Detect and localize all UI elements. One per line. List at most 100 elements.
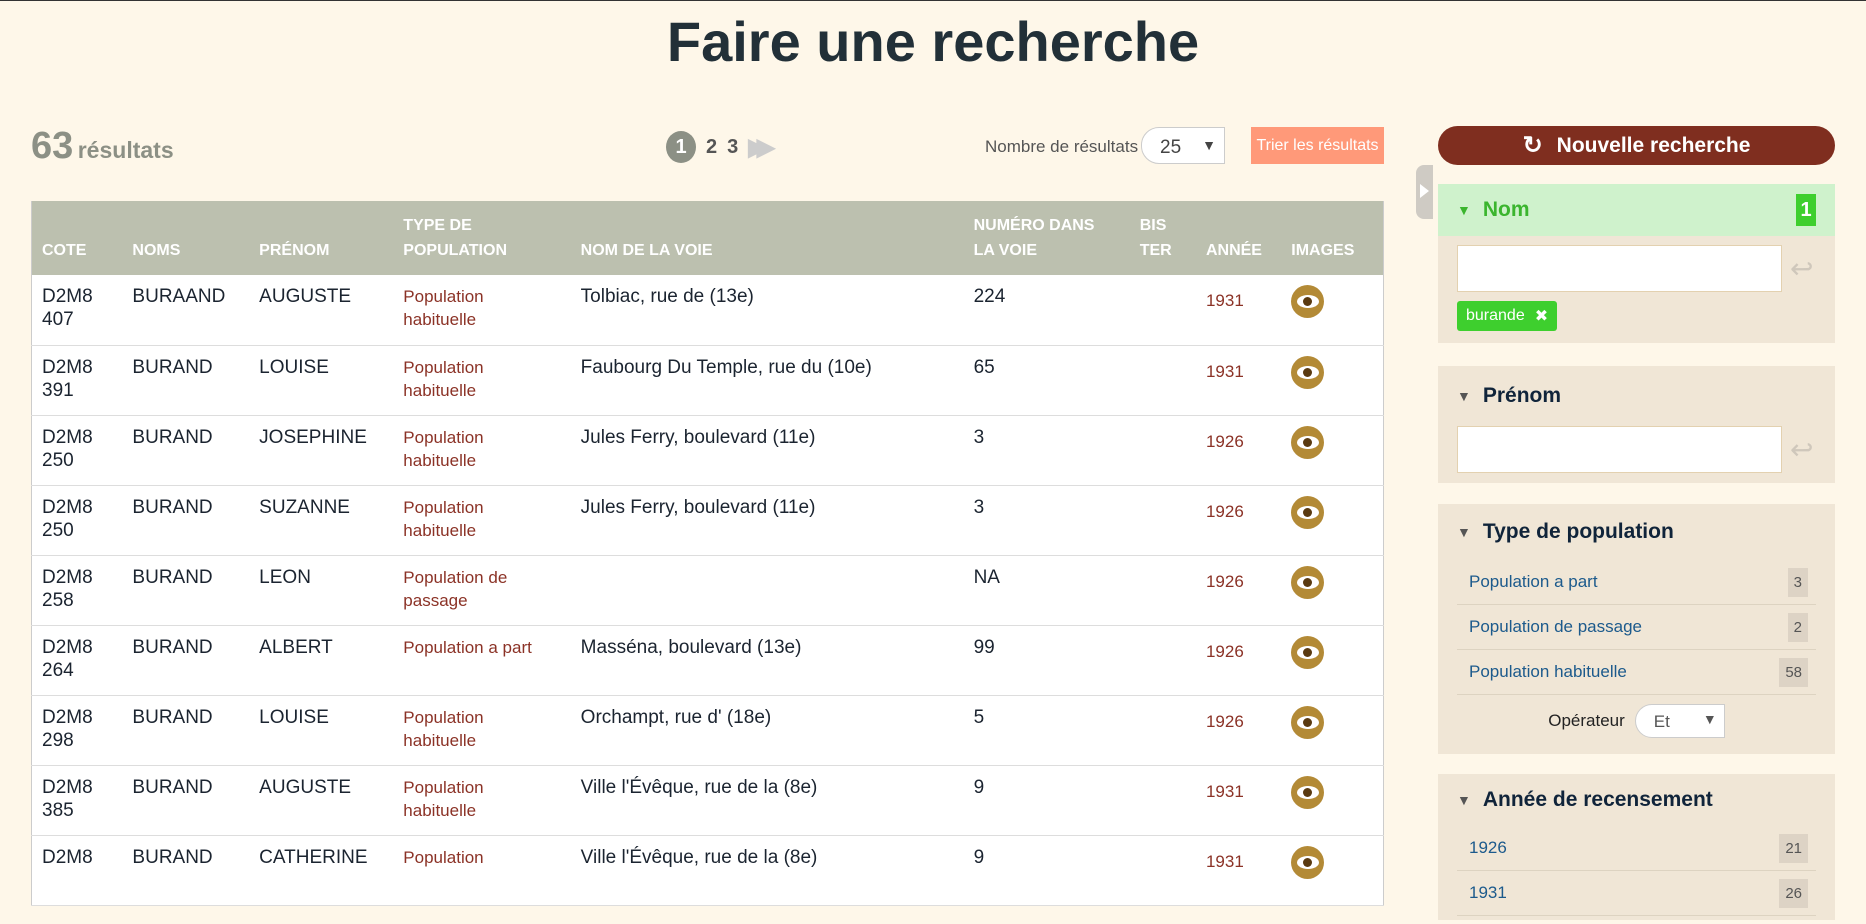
operator-row: Opérateur Et ▼ [1438, 695, 1835, 747]
cell-images [1281, 555, 1384, 626]
column-header: Prénom [249, 201, 394, 275]
caret-down-icon: ▼ [1457, 388, 1471, 404]
eye-white [1296, 575, 1319, 589]
cell-numero: 99 [963, 625, 1130, 696]
cell-prenom: SUZANNE [249, 485, 394, 556]
cell-type[interactable]: Population habituelle [393, 415, 571, 486]
page-current[interactable]: 1 [666, 131, 696, 163]
table-row: D2M8 BURAND CATHERINE Population Ville l'Évê… [31, 835, 1384, 906]
facet-item[interactable]: Population de passage 2 [1457, 605, 1816, 650]
cell-type[interactable]: Population de passage [393, 555, 571, 626]
new-search-button[interactable]: ↻ Nouvelle recherche [1438, 126, 1835, 165]
prenom-input[interactable] [1457, 426, 1782, 473]
double-chevron-right-icon[interactable]: ▶▶ [748, 133, 775, 162]
remove-icon[interactable]: ✖ [1535, 306, 1548, 326]
facet-count: 26 [1779, 878, 1808, 908]
cell-type[interactable]: Population a part [393, 625, 571, 696]
filter-type-header[interactable]: ▼ Type de population [1438, 504, 1835, 560]
filter-type-population: ▼ Type de population Population a part 3 Po… [1438, 504, 1835, 754]
eye-white [1296, 715, 1319, 729]
cell-images [1281, 835, 1384, 906]
cell-voie: Ville l'Évêque, rue de la (8e) [570, 835, 964, 906]
operator-label: Opérateur [1548, 711, 1625, 730]
cell-numero: 9 [963, 765, 1130, 836]
sidebar-toggle-handle[interactable] [1416, 165, 1433, 219]
cell-annee[interactable]: 1926 [1195, 415, 1282, 486]
facet-item[interactable]: 1926 21 [1457, 826, 1816, 871]
cell-type[interactable]: Population habituelle [393, 345, 571, 416]
cell-images [1281, 415, 1384, 486]
caret-down-icon: ▼ [1457, 792, 1471, 808]
sort-results-button[interactable]: Trier les résultats [1251, 127, 1384, 164]
per-page-select[interactable]: 25 ▼ [1141, 127, 1225, 164]
cell-annee[interactable]: 1931 [1195, 345, 1282, 416]
cell-annee[interactable]: 1926 [1195, 555, 1282, 626]
cell-annee[interactable]: 1931 [1195, 275, 1282, 346]
enter-icon[interactable]: ↩ [1790, 252, 1813, 285]
eye-icon[interactable] [1291, 565, 1325, 599]
cell-type[interactable]: Population [393, 835, 571, 906]
cell-nom: BURAND [122, 695, 250, 766]
cell-cote: D2M8 258 [31, 555, 123, 626]
cell-annee[interactable]: 1931 [1195, 835, 1282, 906]
eye-pupil [1303, 717, 1313, 727]
eye-icon[interactable] [1291, 425, 1325, 459]
eye-icon[interactable] [1291, 495, 1325, 529]
header-row: Cote Noms Prénom Type de population Nom de l… [31, 201, 1384, 275]
filter-nom-header[interactable]: ▼ Nom 1 [1438, 184, 1835, 236]
page-link[interactable]: 3 [727, 136, 738, 159]
facet-item[interactable]: Population habituelle 58 [1457, 650, 1816, 695]
eye-pupil [1303, 857, 1313, 867]
column-header: Images [1281, 201, 1384, 275]
eye-white [1296, 645, 1319, 659]
cell-type[interactable]: Population habituelle [393, 485, 571, 556]
cell-numero: 3 [963, 485, 1130, 556]
operator-select[interactable]: Et ▼ [1634, 704, 1725, 738]
facet-item[interactable]: Population a part 3 [1457, 560, 1816, 605]
facet-label: Population de passage [1469, 617, 1642, 636]
cell-bis [1129, 275, 1196, 346]
filter-title: Type de population [1482, 520, 1674, 543]
eye-icon[interactable] [1291, 355, 1325, 389]
chevron-down-icon: ▼ [1202, 137, 1216, 153]
cell-annee[interactable]: 1931 [1195, 765, 1282, 836]
column-header: Cote [31, 201, 123, 275]
eye-icon[interactable] [1291, 285, 1325, 318]
filter-chip: burande ✖ [1457, 301, 1558, 331]
cell-numero: 3 [963, 415, 1130, 486]
cell-type[interactable]: Population habituelle [393, 695, 571, 766]
cell-type[interactable]: Population habituelle [393, 275, 571, 346]
per-page-label: Nombre de résultats [985, 137, 1139, 156]
page-title: Faire une recherche [666, 10, 1200, 73]
eye-icon[interactable] [1291, 775, 1325, 809]
facet-item[interactable]: 1931 26 [1457, 871, 1816, 916]
caret-down-icon: ▼ [1457, 202, 1471, 218]
table-row: D2M8 391 BURAND LOUISE Population habituell… [31, 345, 1384, 416]
cell-annee[interactable]: 1926 [1195, 485, 1282, 556]
enter-icon[interactable]: ↩ [1790, 433, 1813, 466]
caret-down-icon: ▼ [1457, 524, 1471, 540]
eye-white [1296, 365, 1319, 379]
operator-value: Et [1653, 712, 1670, 731]
cell-nom: BURAND [122, 415, 250, 486]
filter-prenom-header[interactable]: ▼ Prénom [1438, 366, 1835, 426]
chevron-down-icon: ▼ [1702, 711, 1717, 727]
eye-icon[interactable] [1291, 635, 1325, 669]
cell-bis [1129, 835, 1196, 906]
cell-nom: BURAND [122, 345, 250, 416]
eye-icon[interactable] [1291, 705, 1325, 739]
page-link[interactable]: 2 [706, 136, 717, 159]
cell-voie: Jules Ferry, boulevard (11e) [570, 415, 964, 486]
eye-icon[interactable] [1291, 845, 1325, 879]
cell-cote: D2M8 [31, 835, 123, 906]
nom-input[interactable] [1457, 245, 1782, 292]
per-page-value: 25 [1160, 137, 1182, 158]
facet-label: 1931 [1469, 883, 1507, 902]
cell-bis [1129, 345, 1196, 416]
cell-type[interactable]: Population habituelle [393, 765, 571, 836]
cell-cote: D2M8 385 [31, 765, 123, 836]
filter-annee-header[interactable]: ▼ Année de recensement [1438, 774, 1835, 826]
cell-annee[interactable]: 1926 [1195, 695, 1282, 766]
filter-title: Nom [1482, 198, 1530, 221]
cell-annee[interactable]: 1926 [1195, 625, 1282, 696]
